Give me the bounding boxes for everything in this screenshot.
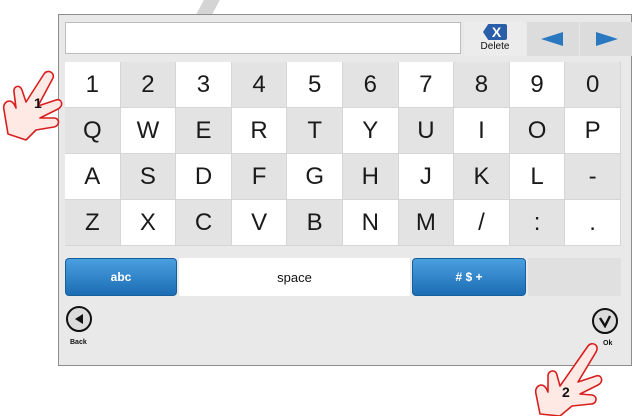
key[interactable]: R	[231, 108, 288, 154]
key[interactable]: 3	[176, 62, 232, 108]
checkmark-icon	[598, 315, 612, 328]
key[interactable]: 6	[342, 62, 399, 108]
cursor-left-button[interactable]	[527, 22, 579, 56]
key[interactable]: 5	[287, 62, 343, 108]
key[interactable]: W	[120, 108, 177, 154]
back-button[interactable]	[66, 306, 92, 332]
backspace-icon: X	[483, 24, 507, 40]
letter-row-1: Q W E R T Y U I O P	[65, 108, 621, 154]
key[interactable]: 2	[120, 62, 177, 108]
function-row: abc space # $ +	[65, 258, 621, 296]
key[interactable]: :	[509, 200, 566, 246]
key[interactable]: I	[454, 108, 510, 154]
key[interactable]: Q	[65, 108, 121, 154]
key[interactable]: S	[120, 154, 177, 200]
key[interactable]: 1	[65, 62, 121, 108]
key[interactable]: G	[287, 154, 343, 200]
key[interactable]: C	[176, 200, 232, 246]
key[interactable]: D	[176, 154, 232, 200]
key[interactable]: E	[176, 108, 232, 154]
number-row: 1 2 3 4 5 6 7 8 9 0	[65, 62, 621, 108]
step-number-2: 2	[562, 384, 570, 400]
key[interactable]: 8	[454, 62, 510, 108]
pointing-hand-icon	[534, 343, 603, 416]
step-number-1: 1	[34, 95, 42, 111]
cursor-right-button[interactable]	[580, 22, 632, 56]
key[interactable]: X	[120, 200, 177, 246]
key[interactable]: .	[565, 200, 621, 246]
key[interactable]: O	[509, 108, 566, 154]
key[interactable]: 7	[398, 62, 455, 108]
letter-row-3: Z X C V B N M / : .	[65, 200, 621, 246]
key[interactable]: -	[565, 154, 621, 200]
key[interactable]: A	[65, 154, 121, 200]
space-key[interactable]: space	[179, 258, 410, 296]
arrow-left-icon	[541, 32, 563, 46]
key[interactable]: F	[231, 154, 288, 200]
key[interactable]: T	[287, 108, 343, 154]
empty-key-area	[528, 258, 621, 296]
key[interactable]: 0	[565, 62, 621, 108]
back-label: Back	[70, 339, 87, 346]
key[interactable]: 4	[231, 62, 288, 108]
key[interactable]: U	[398, 108, 455, 154]
delete-label: Delete	[480, 41, 510, 52]
key[interactable]: 9	[509, 62, 566, 108]
key-grid: 1 2 3 4 5 6 7 8 9 0 Q W E R T Y U I O P …	[65, 62, 621, 246]
ok-button[interactable]	[592, 308, 618, 334]
back-arrow-icon	[75, 314, 83, 324]
arrow-right-icon	[596, 32, 618, 46]
text-input-field[interactable]	[65, 22, 461, 54]
key[interactable]: H	[342, 154, 399, 200]
key[interactable]: M	[398, 200, 455, 246]
key[interactable]: Y	[342, 108, 399, 154]
delete-button[interactable]: X Delete	[464, 22, 526, 56]
key[interactable]: L	[509, 154, 566, 200]
abc-button[interactable]: abc	[65, 258, 177, 296]
symbols-button[interactable]: # $ +	[412, 258, 526, 296]
key[interactable]: P	[565, 108, 621, 154]
key[interactable]: K	[454, 154, 510, 200]
letter-row-2: A S D F G H J K L -	[65, 154, 621, 200]
key[interactable]: /	[454, 200, 510, 246]
key[interactable]: V	[231, 200, 288, 246]
key[interactable]: N	[342, 200, 399, 246]
key[interactable]: Z	[65, 200, 121, 246]
key[interactable]: B	[287, 200, 343, 246]
key[interactable]: J	[398, 154, 455, 200]
